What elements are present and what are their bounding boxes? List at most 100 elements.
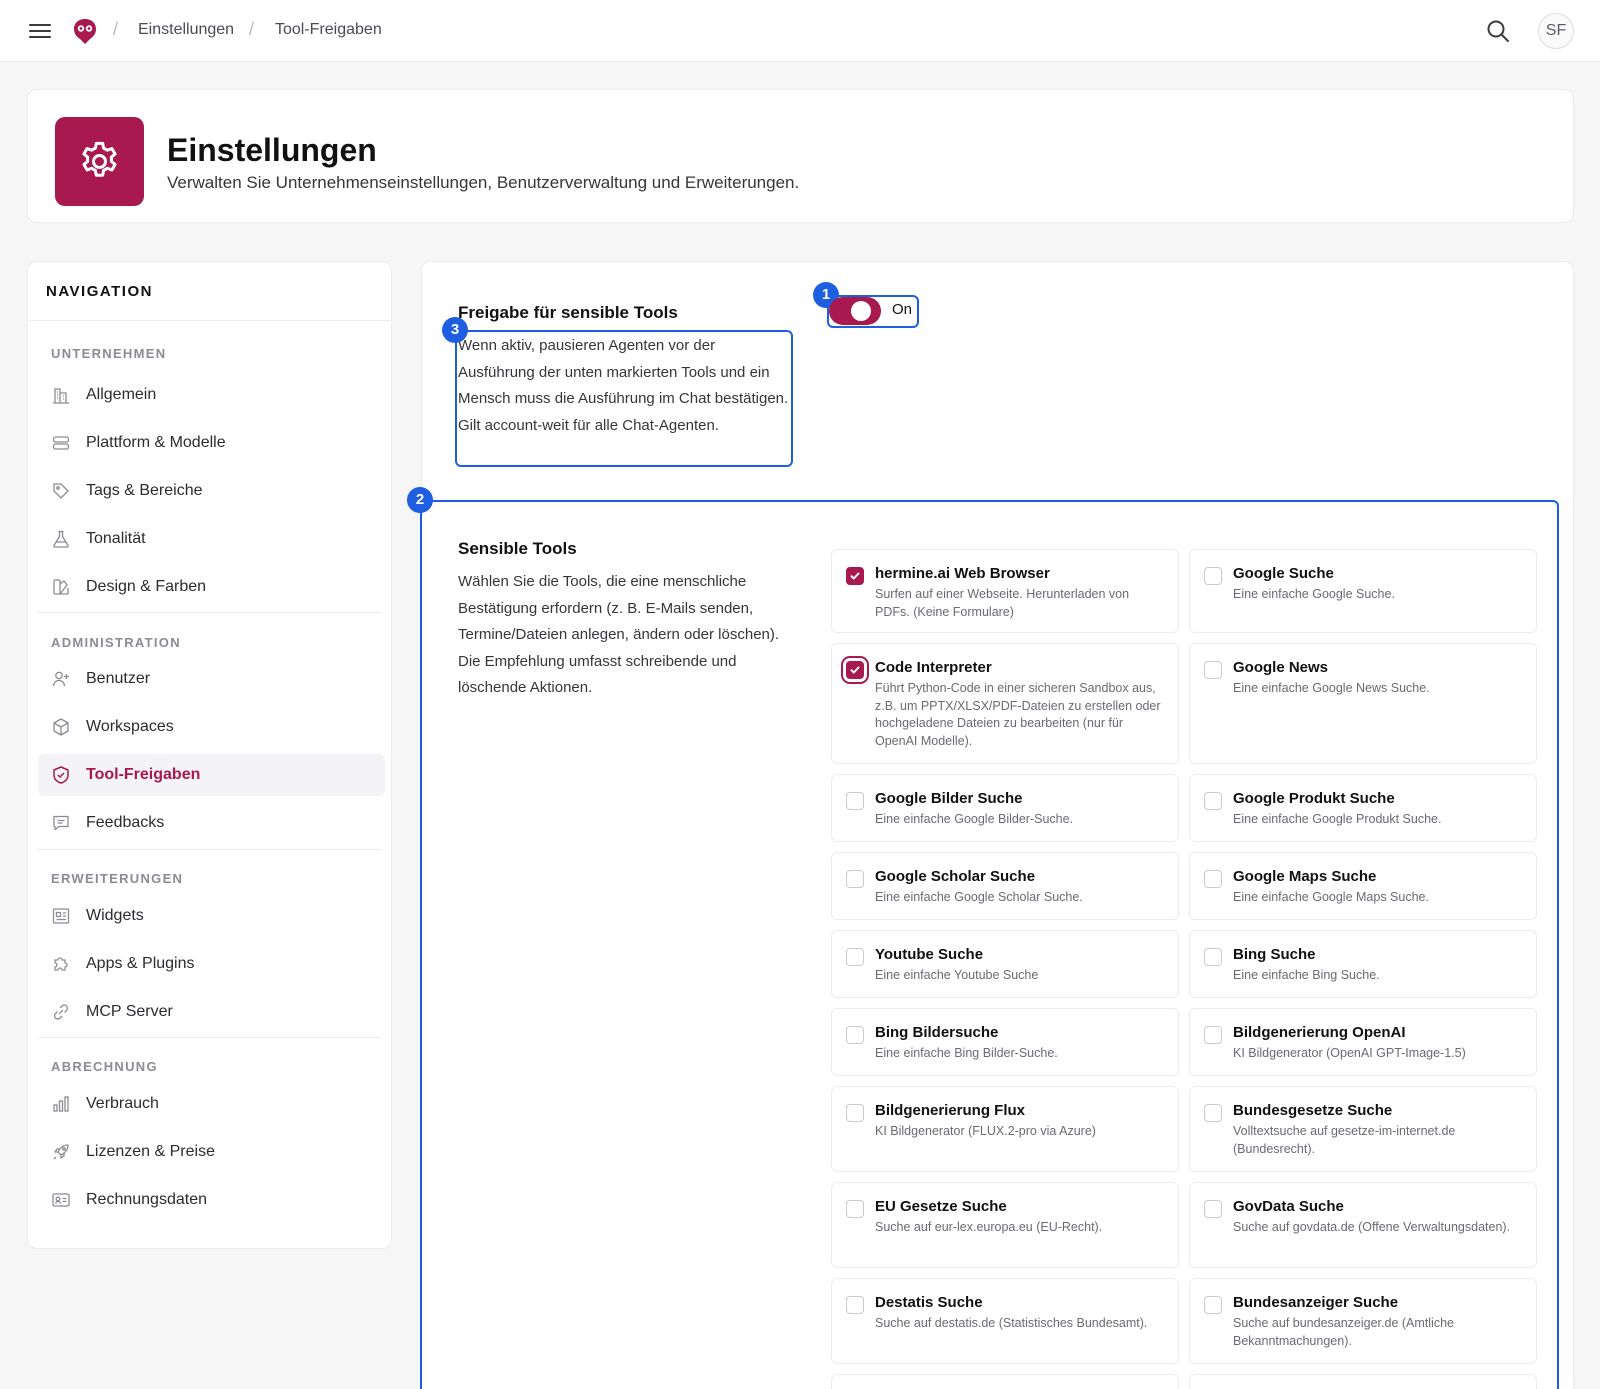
sidebar-item-label: Tonalität bbox=[86, 530, 146, 547]
tool-checkbox[interactable] bbox=[846, 948, 864, 966]
tool-card-bundesanzeiger-suche[interactable]: Bundesanzeiger Suche Suche auf bundesanz… bbox=[1189, 1278, 1537, 1364]
divider bbox=[28, 320, 391, 321]
sidebar-item-label: Widgets bbox=[86, 907, 144, 924]
tool-card-bildgenerierung-flux[interactable]: Bildgenerierung Flux KI Bildgenerator (F… bbox=[831, 1086, 1179, 1172]
tool-card-youtube-suche[interactable]: Youtube Suche Eine einfache Youtube Such… bbox=[831, 930, 1179, 998]
tool-card-code-interpreter[interactable]: Code Interpreter Führt Python-Code in ei… bbox=[831, 643, 1179, 764]
tool-checkbox[interactable] bbox=[1204, 1200, 1222, 1218]
tool-card-partial[interactable] bbox=[831, 1374, 1179, 1389]
sidebar-item-workspaces[interactable]: Workspaces bbox=[38, 706, 385, 748]
shield-check-icon bbox=[53, 766, 69, 784]
sidebar-item-label: Design & Farben bbox=[86, 578, 207, 595]
tool-card-bing-suche[interactable]: Bing Suche Eine einfache Bing Suche. bbox=[1189, 930, 1537, 998]
tool-checkbox[interactable] bbox=[1204, 567, 1222, 585]
tool-checkbox[interactable] bbox=[846, 870, 864, 888]
tool-card-destatis-suche[interactable]: Destatis Suche Suche auf destatis.de (St… bbox=[831, 1278, 1179, 1364]
divider bbox=[38, 849, 381, 850]
tool-name: EU Gesetze Suche bbox=[875, 1198, 1007, 1215]
tool-card-google-suche[interactable]: Google Suche Eine einfache Google Suche. bbox=[1189, 549, 1537, 633]
tool-description: Surfen auf einer Webseite. Herunterladen… bbox=[875, 587, 1130, 619]
tool-description: KI Bildgenerator (OpenAI GPT-Image-1.5) bbox=[1233, 1046, 1466, 1060]
tool-checkbox[interactable] bbox=[846, 1200, 864, 1218]
tool-checkbox[interactable] bbox=[1204, 1026, 1222, 1044]
sidebar-item-mcp-server[interactable]: MCP Server bbox=[38, 991, 385, 1033]
tool-checkbox[interactable] bbox=[846, 792, 864, 810]
tool-name: Bundesanzeiger Suche bbox=[1233, 1294, 1399, 1311]
palette-icon bbox=[53, 579, 69, 595]
puzzle-icon bbox=[54, 957, 68, 971]
tool-card-bing-bildersuche[interactable]: Bing Bildersuche Eine einfache Bing Bild… bbox=[831, 1008, 1179, 1076]
sidebar-item-benutzer[interactable]: Benutzer bbox=[38, 658, 385, 700]
tool-name: Google Suche bbox=[1233, 565, 1334, 582]
tool-checkbox[interactable] bbox=[1204, 870, 1222, 888]
tool-card-partial[interactable] bbox=[1189, 1374, 1537, 1389]
approval-toggle[interactable] bbox=[829, 297, 881, 325]
tool-card-govdata-suche[interactable]: GovData Suche Suche auf govdata.de (Offe… bbox=[1189, 1182, 1537, 1268]
sidebar-item-allgemein[interactable]: Allgemein bbox=[38, 374, 385, 416]
tool-name: Destatis Suche bbox=[875, 1294, 983, 1311]
sidebar-item-label: Tool-Freigaben bbox=[86, 766, 201, 783]
tool-checkbox[interactable] bbox=[846, 661, 864, 679]
app-logo-icon[interactable] bbox=[72, 17, 98, 45]
annotation-badge-3: 3 bbox=[442, 317, 468, 343]
tool-checkbox[interactable] bbox=[846, 1026, 864, 1044]
sidebar-item-widgets[interactable]: Widgets bbox=[38, 895, 385, 937]
tool-description: Volltextsuche auf gesetze-im-internet.de… bbox=[1233, 1124, 1456, 1156]
tool-name: Google Scholar Suche bbox=[875, 868, 1036, 885]
tool-name: hermine.ai Web Browser bbox=[875, 565, 1050, 582]
tool-checkbox[interactable] bbox=[1204, 948, 1222, 966]
tool-name: Bing Suche bbox=[1233, 946, 1316, 963]
tool-description: Eine einfache Youtube Suche bbox=[875, 968, 1039, 982]
tool-checkbox[interactable] bbox=[1204, 1296, 1222, 1314]
sidebar-item-rechnungsdaten[interactable]: Rechnungsdaten bbox=[38, 1179, 385, 1221]
sidebar-item-tonalitaet[interactable]: Tonalität bbox=[38, 518, 385, 560]
tool-description: Eine einfache Bing Suche. bbox=[1233, 968, 1380, 982]
sidebar-item-label: MCP Server bbox=[86, 1003, 173, 1020]
divider bbox=[38, 1037, 381, 1038]
sidebar-item-plattform-modelle[interactable]: Plattform & Modelle bbox=[38, 422, 385, 464]
approval-title: Freigabe für sensible Tools bbox=[458, 303, 678, 322]
building-icon bbox=[53, 388, 69, 404]
tool-checkbox[interactable] bbox=[1204, 792, 1222, 810]
sidebar-item-feedbacks[interactable]: Feedbacks bbox=[38, 802, 385, 844]
tool-checkbox[interactable] bbox=[1204, 661, 1222, 679]
tool-description: Eine einfache Google Bilder-Suche. bbox=[875, 812, 1074, 826]
tool-card-google-produkt-suche[interactable]: Google Produkt Suche Eine einfache Googl… bbox=[1189, 774, 1537, 842]
tool-card-bundesgesetze-suche[interactable]: Bundesgesetze Suche Volltextsuche auf ge… bbox=[1189, 1086, 1537, 1172]
flask-icon bbox=[53, 530, 69, 548]
tool-card-google-bilder-suche[interactable]: Google Bilder Suche Eine einfache Google… bbox=[831, 774, 1179, 842]
search-icon[interactable] bbox=[1486, 19, 1510, 43]
sidebar-item-tool-freigaben[interactable]: Tool-Freigaben bbox=[38, 754, 385, 796]
tool-description: Eine einfache Google Produkt Suche. bbox=[1233, 812, 1442, 826]
sidebar-item-label: Plattform & Modelle bbox=[86, 434, 226, 451]
tool-card-bildgenerierung-openai[interactable]: Bildgenerierung OpenAI KI Bildgenerator … bbox=[1189, 1008, 1537, 1076]
tool-description: Eine einfache Google Suche. bbox=[1233, 587, 1395, 601]
sensitive-tools-title: Sensible Tools bbox=[458, 539, 577, 558]
hamburger-menu-icon[interactable] bbox=[29, 21, 51, 41]
tool-description: Eine einfache Google News Suche. bbox=[1233, 681, 1430, 695]
tool-card-google-maps-suche[interactable]: Google Maps Suche Eine einfache Google M… bbox=[1189, 852, 1537, 920]
tool-card-eu-gesetze-suche[interactable]: EU Gesetze Suche Suche auf eur-lex.europ… bbox=[831, 1182, 1179, 1268]
user-add-icon bbox=[52, 671, 69, 687]
tool-card-google-scholar-suche[interactable]: Google Scholar Suche Eine einfache Googl… bbox=[831, 852, 1179, 920]
breadcrumb-tool-freigaben[interactable]: Tool-Freigaben bbox=[275, 21, 382, 39]
tool-description: Eine einfache Google Maps Suche. bbox=[1233, 890, 1429, 904]
tool-description: Suche auf govdata.de (Offene Verwaltungs… bbox=[1233, 1220, 1511, 1234]
user-avatar[interactable]: SF bbox=[1538, 13, 1574, 49]
sidebar-item-apps-plugins[interactable]: Apps & Plugins bbox=[38, 943, 385, 985]
breadcrumb-einstellungen[interactable]: Einstellungen bbox=[138, 21, 234, 39]
sidebar-item-lizenzen-preise[interactable]: Lizenzen & Preise bbox=[38, 1131, 385, 1173]
sidebar-item-verbrauch[interactable]: Verbrauch bbox=[38, 1083, 385, 1125]
tool-checkbox[interactable] bbox=[846, 1296, 864, 1314]
tool-checkbox[interactable] bbox=[1204, 1104, 1222, 1122]
tool-card-google-news[interactable]: Google News Eine einfache Google News Su… bbox=[1189, 643, 1537, 764]
tool-name: Bildgenerierung OpenAI bbox=[1233, 1024, 1406, 1041]
breadcrumb-separator: / bbox=[113, 19, 119, 39]
tool-name: Bing Bildersuche bbox=[875, 1024, 999, 1041]
sidebar-item-tags-bereiche[interactable]: Tags & Bereiche bbox=[38, 470, 385, 512]
tool-checkbox[interactable] bbox=[846, 567, 864, 585]
tool-card-hermine-web-browser[interactable]: hermine.ai Web Browser Surfen auf einer … bbox=[831, 549, 1179, 633]
tool-checkbox[interactable] bbox=[846, 1104, 864, 1122]
sidebar-item-design-farben[interactable]: Design & Farben bbox=[38, 566, 385, 608]
page-header: Einstellungen Verwalten Sie Unternehmens… bbox=[27, 89, 1574, 223]
